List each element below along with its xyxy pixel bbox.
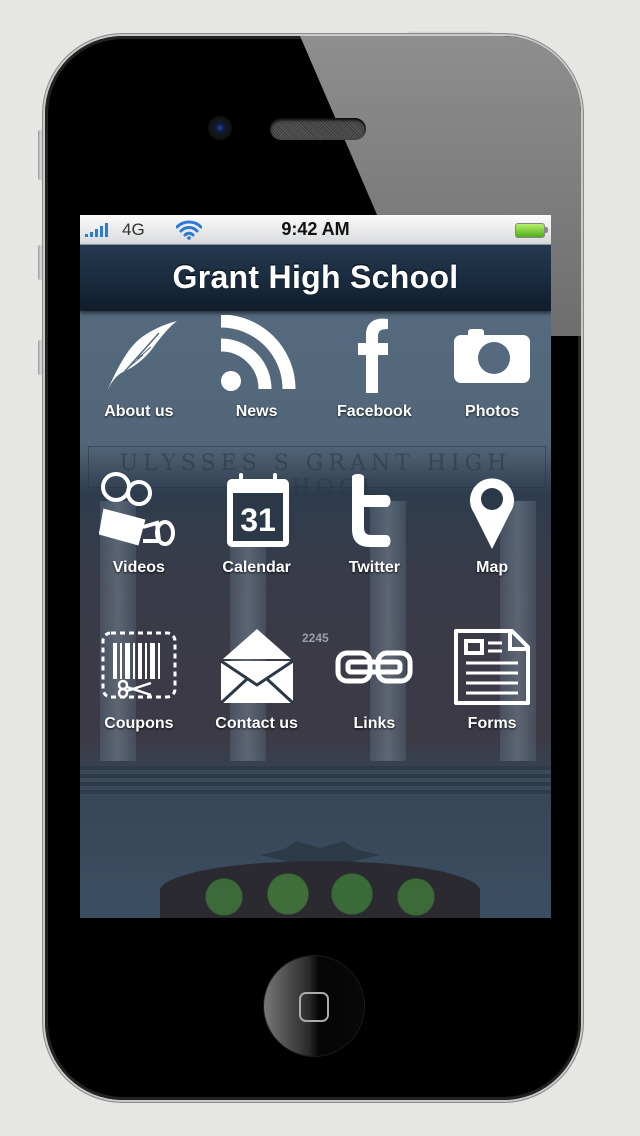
menu-tile-twitter[interactable]: Twitter — [316, 471, 434, 627]
tile-label: News — [235, 403, 278, 420]
nav-bar: Grant High School — [80, 245, 551, 311]
screen: ULYSSES S GRANT HIGH SCHOOL 2245 4G 9:42… — [80, 215, 551, 918]
home-button[interactable] — [264, 956, 364, 1056]
menu-tile-map[interactable]: Map — [433, 471, 551, 627]
video-camera-icon — [98, 471, 179, 551]
status-bar: 4G 9:42 AM — [80, 215, 551, 245]
tile-label: Coupons — [104, 715, 174, 732]
calendar-day: 31 — [240, 502, 276, 538]
status-time: 9:42 AM — [281, 219, 350, 239]
earpiece-speaker — [270, 118, 366, 140]
tile-label: Links — [353, 715, 396, 732]
menu-tile-coupons[interactable]: Coupons — [80, 627, 198, 783]
menu-tile-calendar[interactable]: 31 Calendar — [198, 471, 316, 627]
tile-label: Photos — [465, 403, 520, 420]
tile-label: Twitter — [348, 559, 400, 576]
volume-down-button[interactable] — [38, 340, 44, 375]
app-title: Grant High School — [172, 259, 459, 295]
tile-label: Facebook — [337, 403, 412, 420]
menu-tile-links[interactable]: Links — [316, 627, 434, 783]
tile-label: Contact us — [215, 715, 298, 732]
front-camera — [208, 116, 232, 140]
camera-icon — [452, 315, 532, 395]
menu-tile-news[interactable]: News — [198, 315, 316, 471]
coupon-icon — [99, 627, 179, 707]
form-icon — [452, 627, 532, 707]
envelope-icon — [217, 627, 297, 707]
menu-tile-photos[interactable]: Photos — [433, 315, 551, 471]
volume-up-button[interactable] — [38, 245, 44, 280]
tile-label: Videos — [112, 559, 165, 576]
home-square-icon — [299, 992, 329, 1022]
menu-tile-videos[interactable]: Videos — [80, 471, 198, 627]
menu-tile-forms[interactable]: Forms — [433, 627, 551, 783]
facebook-icon — [334, 315, 414, 395]
twitter-icon — [334, 471, 414, 551]
tile-label: Forms — [467, 715, 517, 732]
calendar-icon: 31 — [217, 471, 297, 551]
link-icon — [334, 627, 414, 707]
tile-label: About us — [104, 403, 174, 420]
tile-label: Calendar — [222, 559, 291, 576]
tile-label: Map — [476, 559, 509, 576]
phone-frame: ULYSSES S GRANT HIGH SCHOOL 2245 4G 9:42… — [45, 36, 581, 1100]
rss-icon — [217, 315, 297, 395]
mute-switch[interactable] — [38, 130, 44, 180]
battery-icon — [515, 223, 548, 238]
menu-tile-facebook[interactable]: Facebook — [316, 315, 434, 471]
menu-tile-about-us[interactable]: About us — [80, 315, 198, 471]
feather-icon — [99, 315, 179, 395]
shrubs — [160, 861, 480, 918]
menu-tile-contact-us[interactable]: Contact us — [198, 627, 316, 783]
menu-grid: About us News Facebook Photos Videos 31 … — [80, 315, 551, 783]
map-pin-icon — [452, 471, 532, 551]
